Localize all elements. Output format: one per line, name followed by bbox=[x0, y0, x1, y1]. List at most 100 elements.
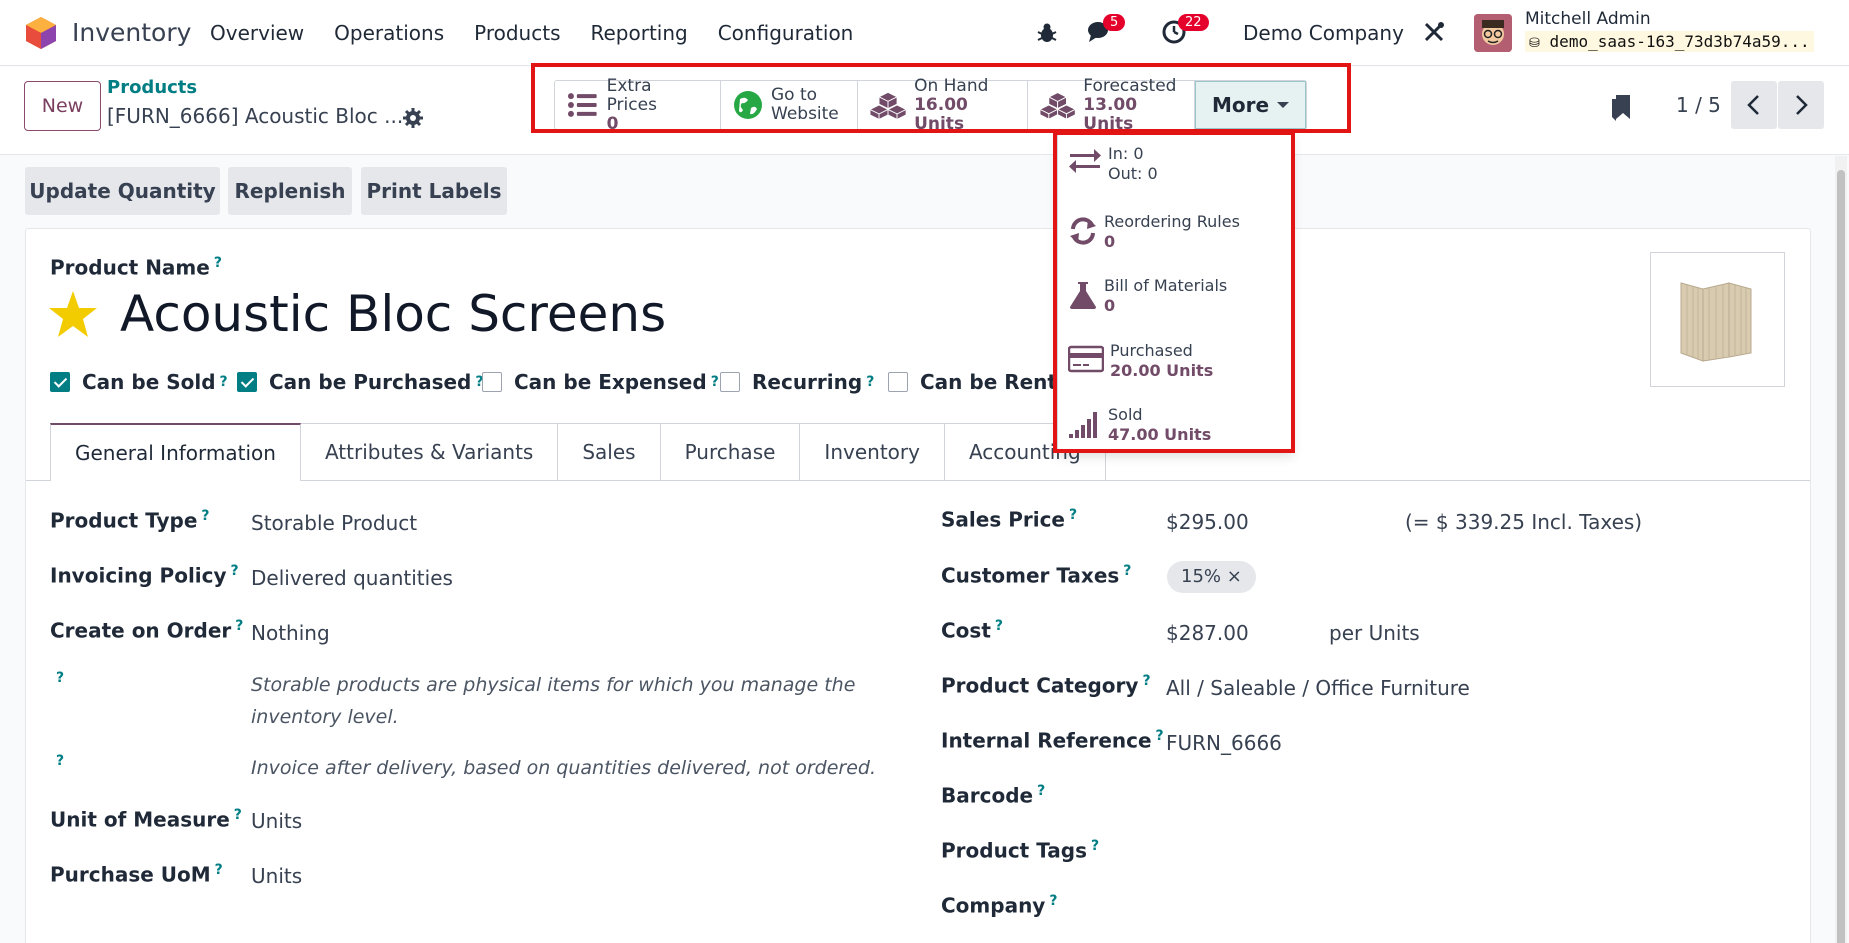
signal-icon bbox=[1069, 412, 1097, 438]
product-type-field[interactable]: Storable Product bbox=[251, 511, 417, 535]
checkbox-checked[interactable] bbox=[237, 372, 257, 392]
main-menu: Overview Operations Products Reporting C… bbox=[210, 21, 883, 45]
caret-down-icon bbox=[1277, 102, 1290, 108]
bug-icon[interactable] bbox=[1036, 22, 1058, 44]
inventory-app-icon[interactable] bbox=[26, 17, 56, 49]
top-navbar: Inventory Overview Operations Products R… bbox=[0, 0, 1849, 66]
flask-icon bbox=[1070, 282, 1096, 309]
exchange-icon bbox=[1069, 149, 1101, 173]
dropdown-item-purchased[interactable]: Purchased 20.00 Units bbox=[1068, 341, 1213, 381]
dropdown-item-sold[interactable]: Sold 47.00 Units bbox=[1068, 405, 1211, 445]
new-button[interactable]: New bbox=[24, 81, 101, 131]
checkbox-can-be-sold[interactable]: Can be Sold? bbox=[50, 370, 228, 394]
reordering-rules-label: Reordering Rules bbox=[1104, 212, 1240, 231]
checkbox-can-be-purchased[interactable]: Can be Purchased? bbox=[237, 370, 483, 394]
pager-value[interactable]: 1 / 5 bbox=[1676, 93, 1721, 117]
form-tabs: General Information Attributes & Variant… bbox=[50, 423, 1106, 481]
list-icon bbox=[567, 93, 597, 117]
smart-button-website[interactable]: Go to Website bbox=[721, 81, 858, 129]
on-hand-label: On Hand bbox=[914, 75, 989, 96]
bookmark-icon[interactable] bbox=[1610, 93, 1632, 123]
control-panel: New Products [FURN_6666] Acoustic Bloc .… bbox=[0, 67, 1849, 155]
scrollbar-thumb[interactable] bbox=[1837, 170, 1845, 943]
checkbox-can-be-rented[interactable]: Can be Rented bbox=[888, 370, 1085, 394]
credit-card-icon bbox=[1068, 345, 1104, 373]
purchased-label: Purchased bbox=[1110, 341, 1193, 360]
app-name[interactable]: Inventory bbox=[72, 18, 191, 47]
messages-badge: 5 bbox=[1103, 14, 1126, 31]
tab-sales[interactable]: Sales bbox=[558, 423, 661, 481]
tab-purchase[interactable]: Purchase bbox=[660, 423, 801, 481]
dropdown-item-reordering-rules[interactable]: Reordering Rules 0 bbox=[1068, 212, 1240, 252]
database-name-text: demo_saas-163_73d3b74a59... bbox=[1549, 32, 1810, 51]
pager-previous-button[interactable] bbox=[1731, 81, 1777, 129]
breadcrumb-current: [FURN_6666] Acoustic Bloc ... bbox=[107, 104, 404, 128]
user-name[interactable]: Mitchell Admin bbox=[1525, 9, 1651, 29]
tools-icon[interactable] bbox=[1422, 20, 1446, 44]
invoicing-policy-help: Invoice after delivery, based on quantit… bbox=[251, 757, 876, 779]
website-label: Go to bbox=[771, 85, 818, 105]
menu-operations[interactable]: Operations bbox=[334, 21, 444, 45]
smart-button-extra-prices[interactable]: Extra Prices 0 bbox=[555, 76, 721, 133]
print-labels-button[interactable]: Print Labels bbox=[361, 167, 507, 215]
sold-value: 47.00 Units bbox=[1108, 425, 1212, 444]
more-dropdown-menu: In: 0 Out: 0 Reordering Rules 0 Bill of … bbox=[1057, 133, 1293, 453]
smart-button-forecasted[interactable]: Forecasted 13.00 Units bbox=[1028, 76, 1195, 133]
purchased-value: 20.00 Units bbox=[1110, 361, 1214, 380]
menu-products[interactable]: Products bbox=[474, 21, 560, 45]
cost-label: Cost? bbox=[941, 618, 1004, 643]
help-tooltip-icon[interactable]: ? bbox=[56, 670, 64, 686]
checkbox-checked[interactable] bbox=[50, 372, 70, 392]
internal-reference-field[interactable]: FURN_6666 bbox=[1166, 731, 1282, 755]
gear-icon[interactable] bbox=[401, 106, 425, 130]
create-on-order-field[interactable]: Nothing bbox=[251, 621, 330, 645]
tax-tag[interactable]: 15% × bbox=[1167, 561, 1256, 593]
product-tags-label: Product Tags? bbox=[941, 838, 1100, 863]
company-switcher[interactable]: Demo Company bbox=[1243, 21, 1404, 45]
checkbox-recurring[interactable]: Recurring? bbox=[720, 370, 874, 394]
page-scrollbar[interactable] bbox=[1835, 156, 1847, 943]
dropdown-item-in-out[interactable]: In: 0 Out: 0 bbox=[1068, 144, 1158, 184]
pager-next-button[interactable] bbox=[1778, 81, 1824, 129]
smart-button-on-hand[interactable]: On Hand 16.00 Units bbox=[858, 76, 1028, 133]
checkbox-unchecked[interactable] bbox=[888, 372, 908, 392]
product-name-input[interactable]: Acoustic Bloc Screens bbox=[120, 285, 666, 343]
checkbox-can-be-expensed[interactable]: Can be Expensed? bbox=[482, 370, 719, 394]
update-quantity-button[interactable]: Update Quantity bbox=[25, 167, 220, 215]
bill-of-materials-label: Bill of Materials bbox=[1104, 276, 1228, 295]
cost-field[interactable]: $287.00 bbox=[1166, 621, 1249, 645]
checkbox-unchecked[interactable] bbox=[482, 372, 502, 392]
chevron-right-icon bbox=[1796, 95, 1808, 115]
invoicing-policy-label: Invoicing Policy? bbox=[50, 563, 239, 588]
more-button[interactable]: More bbox=[1195, 81, 1307, 129]
sold-label: Sold bbox=[1108, 405, 1143, 424]
tab-attributes-variants[interactable]: Attributes & Variants bbox=[300, 423, 559, 481]
remove-tag-icon[interactable]: × bbox=[1227, 566, 1242, 587]
menu-reporting[interactable]: Reporting bbox=[590, 21, 687, 45]
forecasted-value: 13.00 Units bbox=[1083, 94, 1138, 134]
user-avatar[interactable] bbox=[1474, 14, 1512, 52]
uom-field[interactable]: Units bbox=[251, 809, 302, 833]
breadcrumb-products[interactable]: Products bbox=[107, 77, 197, 98]
menu-overview[interactable]: Overview bbox=[210, 21, 304, 45]
dropdown-item-bill-of-materials[interactable]: Bill of Materials 0 bbox=[1068, 276, 1227, 316]
smart-buttons: Extra Prices 0 Go to Website On Hand 16.… bbox=[554, 76, 1308, 133]
product-type-label: Product Type? bbox=[50, 508, 210, 533]
on-hand-value: 16.00 Units bbox=[914, 94, 968, 134]
in-count: In: 0 bbox=[1108, 144, 1144, 163]
menu-configuration[interactable]: Configuration bbox=[718, 21, 854, 45]
invoicing-policy-field[interactable]: Delivered quantities bbox=[251, 566, 453, 590]
help-tooltip-icon[interactable]: ? bbox=[56, 753, 64, 769]
replenish-button[interactable]: Replenish bbox=[228, 167, 352, 215]
uom-label: Unit of Measure? bbox=[50, 807, 242, 832]
help-tooltip-icon[interactable]: ? bbox=[214, 255, 222, 271]
purchase-uom-field[interactable]: Units bbox=[251, 864, 302, 888]
star-icon[interactable] bbox=[48, 290, 98, 338]
checkbox-unchecked[interactable] bbox=[720, 372, 740, 392]
tab-general-information[interactable]: General Information bbox=[50, 423, 301, 481]
sales-price-field[interactable]: $295.00 bbox=[1166, 510, 1249, 534]
extra-prices-value: 0 bbox=[606, 113, 619, 134]
tab-inventory[interactable]: Inventory bbox=[800, 423, 945, 481]
product-category-field[interactable]: All / Saleable / Office Furniture bbox=[1166, 676, 1470, 700]
product-image[interactable] bbox=[1650, 252, 1785, 387]
